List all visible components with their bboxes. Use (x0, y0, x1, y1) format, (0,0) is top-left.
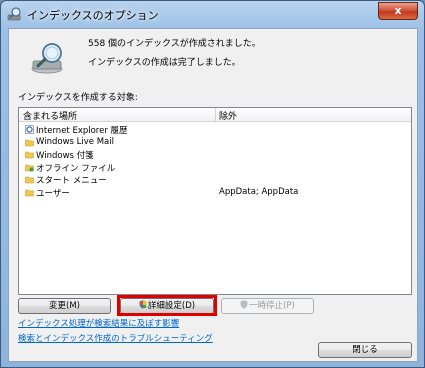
folder-icon (25, 139, 34, 146)
folder-icon (25, 189, 34, 196)
pause-button-label: 一時停止(P) (249, 301, 295, 311)
indexing-options-window: インデックスのオプション x 558 個のインデックスが作成されました。 インデ… (0, 0, 425, 368)
dialog-body: 558 個のインデックスが作成されました。 インデックスの作成は完了しました。 … (8, 28, 418, 362)
list-item[interactable]: Internet Explorer 履歴 (19, 124, 411, 137)
index-locations-list[interactable]: 含まれる場所 除外 Internet Explorer 履歴 Windows L… (18, 107, 412, 295)
folder-icon (25, 176, 34, 184)
list-item[interactable]: オフライン ファイル (19, 162, 411, 175)
indexing-effect-link[interactable]: インデックス処理が検索結果に及ぼす影響 (18, 317, 179, 329)
list-item-name: ユーザー (36, 188, 70, 199)
list-item[interactable]: ユーザー AppData; AppData (19, 187, 411, 200)
indexed-count-text: 558 個のインデックスが作成されました。 (88, 39, 261, 49)
window-title: インデックスのオプション (27, 9, 159, 22)
change-button-label: 変更(M) (49, 301, 80, 311)
ie-icon (25, 125, 34, 134)
index-locations-label: インデックスを作成する対象: (18, 93, 138, 103)
close-window-button[interactable]: x (378, 2, 418, 20)
indexing-complete-text: インデックスの作成は完了しました。 (88, 58, 241, 68)
indexing-options-icon (7, 7, 21, 21)
column-header-included[interactable]: 含まれる場所 (23, 109, 77, 122)
troubleshooting-link[interactable]: 検索とインデックス作成のトラブルシューティング (18, 332, 213, 344)
column-divider[interactable] (215, 108, 216, 122)
folder-icon (25, 151, 34, 159)
close-icon: x (394, 4, 402, 17)
list-item-name: Internet Explorer 履歴 (36, 126, 128, 136)
column-header-excluded[interactable]: 除外 (219, 109, 237, 122)
close-button-label: 閉じる (352, 345, 378, 355)
list-item[interactable]: Windows 付箋 (19, 149, 411, 162)
indexing-magnifier-icon (31, 43, 63, 74)
pause-button[interactable]: 一時停止(P) (221, 298, 314, 314)
list-item-exclude: AppData; AppData (219, 186, 299, 197)
title-bar[interactable]: インデックスのオプション x (1, 1, 424, 27)
list-item[interactable]: Windows Live Mail (19, 137, 411, 150)
uac-shield-icon-disabled (240, 300, 248, 309)
offline-files-icon (25, 164, 34, 171)
list-item-name: Windows Live Mail (36, 136, 114, 147)
advanced-button-highlight-frame (117, 295, 217, 316)
change-button[interactable]: 変更(M) (18, 298, 111, 314)
close-button[interactable]: 閉じる (318, 342, 412, 358)
list-header: 含まれる場所 除外 (19, 108, 411, 122)
list-item-name: オフライン ファイル (36, 163, 116, 174)
list-item[interactable]: スタート メニュー (19, 174, 411, 187)
list-item-name: スタート メニュー (36, 176, 107, 186)
list-item-name: Windows 付箋 (36, 151, 94, 161)
